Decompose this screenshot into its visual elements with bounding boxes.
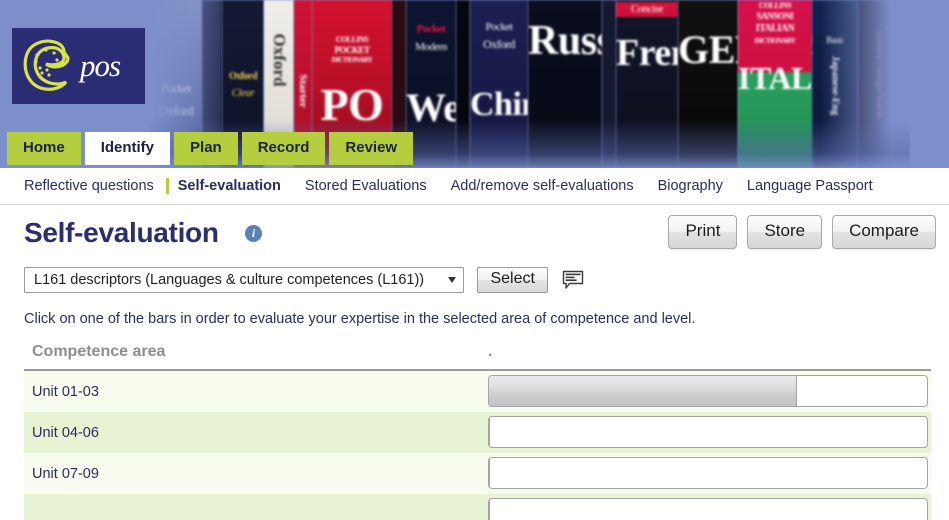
evaluation-bar-fill <box>489 376 797 406</box>
subnav-item-reflective-questions[interactable]: Reflective questions <box>24 178 166 194</box>
table-row: Unit 01-03 <box>24 371 931 412</box>
table-row: Unit 04-06 <box>24 412 931 453</box>
column-header-level-marker: . <box>488 343 493 360</box>
row-label-unit-01-03: Unit 01-03 <box>32 384 99 400</box>
row-label-unit-07-09: Unit 07-09 <box>32 466 99 482</box>
tab-record-label: Record <box>257 139 310 156</box>
subnav-item-biography[interactable]: Biography <box>646 178 735 194</box>
evaluation-bar-next[interactable] <box>488 498 928 520</box>
chevron-down-icon <box>448 277 456 283</box>
subnav-label: Add/remove self-evaluations <box>450 178 634 194</box>
subnav-label: Reflective questions <box>24 178 154 194</box>
descriptor-select-value: L161 descriptors (Languages & culture co… <box>34 272 425 288</box>
table-row: Unit 07-09 <box>24 453 931 494</box>
secondary-navigation: Reflective questions Self-evaluation Sto… <box>0 168 949 205</box>
main-tabs: Home Identify Plan Record Review <box>7 132 414 165</box>
page-content: Self-evaluation i Print Store Compare L1… <box>0 205 949 520</box>
print-button[interactable]: Print <box>668 215 738 249</box>
site-banner: Pocket Oxford Oxford Clear Oxford Starte… <box>0 0 949 168</box>
subnav-item-stored-evaluations[interactable]: Stored Evaluations <box>293 178 439 194</box>
subnav-label: Self-evaluation <box>177 178 281 194</box>
evaluation-bar-fill <box>489 458 490 488</box>
subnav-item-self-evaluation[interactable]: Self-evaluation <box>165 178 293 194</box>
compare-button[interactable]: Compare <box>832 215 936 249</box>
tab-identify[interactable]: Identify <box>84 132 171 165</box>
row-label-unit-04-06: Unit 04-06 <box>32 425 99 441</box>
subnav-item-language-passport[interactable]: Language Passport <box>735 178 885 194</box>
subnav-label: Stored Evaluations <box>304 178 427 194</box>
evaluation-bar-fill <box>489 499 490 520</box>
table-header-row: Competence area . <box>24 343 931 371</box>
evaluation-bar-unit-07-09[interactable] <box>488 457 928 489</box>
select-button[interactable]: Select <box>477 267 548 293</box>
descriptor-selector-row: L161 descriptors (Languages & culture co… <box>24 267 949 303</box>
descriptor-select[interactable]: L161 descriptors (Languages & culture co… <box>24 267 464 293</box>
page-title: Self-evaluation <box>24 217 219 248</box>
tab-plan[interactable]: Plan <box>174 132 238 165</box>
evaluation-bar-unit-01-03[interactable] <box>488 375 928 407</box>
evaluation-bar-fill <box>489 417 490 447</box>
table-row <box>24 494 931 520</box>
subnav-label: Biography <box>657 178 723 194</box>
tab-identify-label: Identify <box>100 139 155 156</box>
tab-review[interactable]: Review <box>329 132 414 165</box>
comment-bubble-icon[interactable] <box>562 270 584 290</box>
subnav-label: Language Passport <box>746 178 873 194</box>
tab-plan-label: Plan <box>190 139 222 156</box>
page-header: Self-evaluation i Print Store Compare <box>0 205 949 267</box>
evaluation-bar-unit-04-06[interactable] <box>488 416 928 448</box>
epos-e-stars-logo <box>23 39 70 91</box>
tab-review-label: Review <box>345 139 398 156</box>
tab-home[interactable]: Home <box>7 132 81 165</box>
store-button[interactable]: Store <box>747 215 823 249</box>
info-icon[interactable]: i <box>245 225 262 242</box>
instruction-text: Click on one of the bars in order to eva… <box>24 311 696 327</box>
page-action-buttons: Print Store Compare <box>668 215 936 249</box>
tab-record[interactable]: Record <box>241 132 326 165</box>
logo-wordmark: pos <box>80 48 121 83</box>
tab-home-label: Home <box>23 139 65 156</box>
column-header-competence-area: Competence area <box>32 343 166 360</box>
application-window: Pocket Oxford Oxford Clear Oxford Starte… <box>0 0 949 520</box>
subnav-item-add-remove-self-evaluations[interactable]: Add/remove self-evaluations <box>439 178 646 194</box>
competence-table: Competence area . Unit 01-03 Unit 04-06 … <box>24 343 931 520</box>
epos-logo[interactable]: pos <box>12 28 145 104</box>
